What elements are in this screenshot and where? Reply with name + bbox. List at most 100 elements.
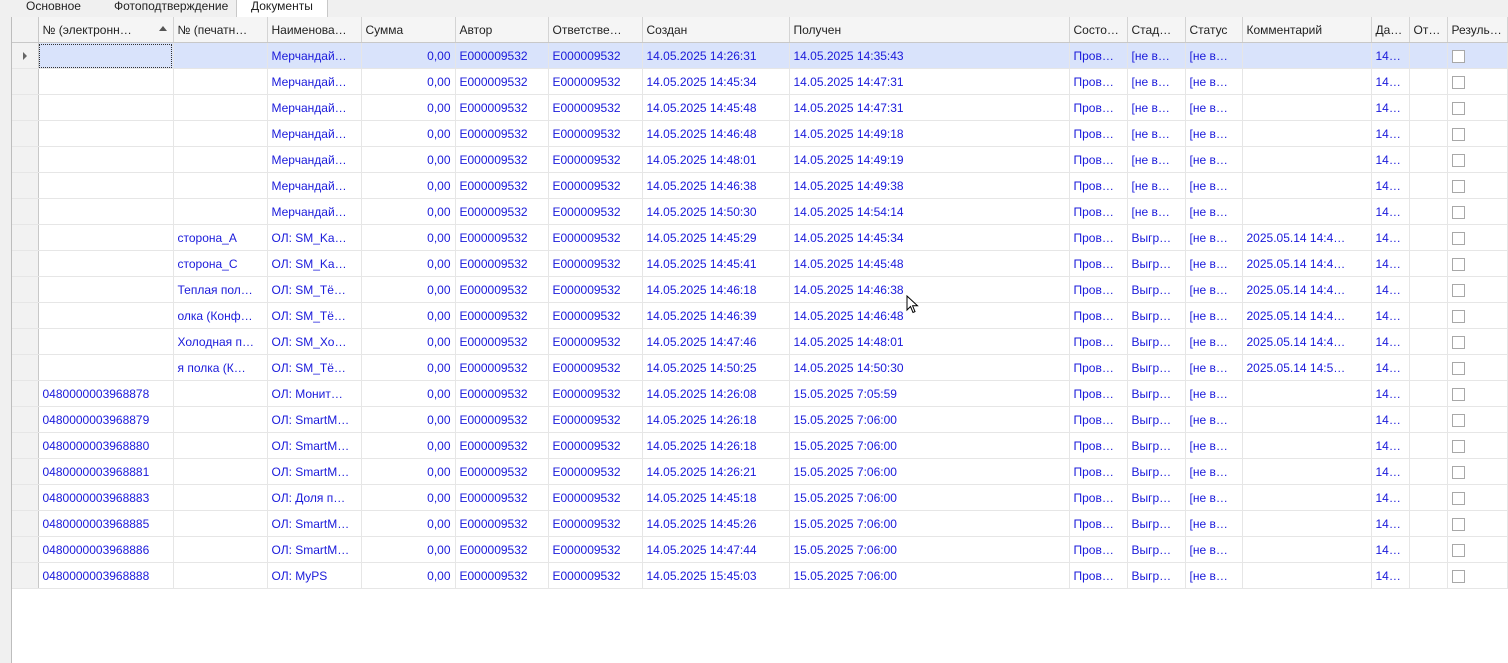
cell-result[interactable]	[1447, 432, 1508, 459]
cell-date[interactable]: 14…	[1371, 120, 1410, 147]
cell-state[interactable]: Пров…	[1069, 224, 1128, 251]
result-checkbox[interactable]	[1451, 75, 1465, 89]
column-header-comment[interactable]: Комментарий	[1242, 17, 1372, 43]
table-row[interactable]: сторона_А ОЛ: SM_Ka… 0,00 E000009532 E000009…	[12, 224, 1508, 251]
cell-status[interactable]: [не в…	[1185, 406, 1243, 433]
cell-name[interactable]: ОЛ: MyPS	[267, 562, 362, 589]
cell-status[interactable]: [не в…	[1185, 172, 1243, 199]
cell-comment[interactable]	[1242, 94, 1372, 121]
cell-name[interactable]: ОЛ: SmartM…	[267, 406, 362, 433]
cell-author[interactable]: E000009532	[455, 302, 549, 329]
column-header-responsible[interactable]: Ответстве…	[548, 17, 643, 43]
cell-author[interactable]: E000009532	[455, 198, 549, 225]
cell-from[interactable]	[1409, 198, 1448, 225]
cell-print-number[interactable]	[173, 120, 268, 147]
cell-status[interactable]: [не в…	[1185, 536, 1243, 563]
cell-sum[interactable]: 0,00	[361, 120, 456, 147]
cell-author[interactable]: E000009532	[455, 250, 549, 277]
cell-comment[interactable]	[1242, 146, 1372, 173]
cell-comment[interactable]	[1242, 198, 1372, 225]
result-checkbox[interactable]	[1451, 543, 1465, 557]
cell-comment[interactable]	[1242, 406, 1372, 433]
cell-print-number[interactable]: сторона_А	[173, 224, 268, 251]
cell-date[interactable]: 14…	[1371, 42, 1410, 69]
cell-status[interactable]: [не в…	[1185, 276, 1243, 303]
cell-state[interactable]: Пров…	[1069, 146, 1128, 173]
cell-from[interactable]	[1409, 224, 1448, 251]
cell-state[interactable]: Пров…	[1069, 250, 1128, 277]
column-header-print-number[interactable]: № (печатн…	[173, 17, 268, 43]
result-checkbox[interactable]	[1451, 491, 1465, 505]
cell-responsible[interactable]: E000009532	[548, 250, 643, 277]
cell-print-number[interactable]	[173, 198, 268, 225]
cell-author[interactable]: E000009532	[455, 380, 549, 407]
cell-name[interactable]: Мерчандай…	[267, 172, 362, 199]
cell-stage[interactable]: [не в…	[1127, 68, 1186, 95]
cell-electronic-number[interactable]	[38, 328, 174, 355]
cell-state[interactable]: Пров…	[1069, 432, 1128, 459]
cell-from[interactable]	[1409, 354, 1448, 381]
cell-sum[interactable]: 0,00	[361, 302, 456, 329]
cell-from[interactable]	[1409, 562, 1448, 589]
cell-date[interactable]: 14…	[1371, 536, 1410, 563]
cell-author[interactable]: E000009532	[455, 510, 549, 537]
cell-print-number[interactable]	[173, 172, 268, 199]
cell-author[interactable]: E000009532	[455, 484, 549, 511]
row-header[interactable]	[12, 510, 39, 537]
cell-status[interactable]: [не в…	[1185, 94, 1243, 121]
cell-from[interactable]	[1409, 510, 1448, 537]
cell-print-number[interactable]	[173, 380, 268, 407]
table-row[interactable]: Мерчандай… 0,00 E000009532 E000009532 14.05.…	[12, 94, 1508, 121]
cell-responsible[interactable]: E000009532	[548, 510, 643, 537]
table-row[interactable]: 0480000003968886 ОЛ: SmartM… 0,00 E00000953…	[12, 536, 1508, 563]
row-header[interactable]	[12, 432, 39, 459]
column-header-sum[interactable]: Сумма	[361, 17, 456, 43]
cell-stage[interactable]: Выгр…	[1127, 328, 1186, 355]
table-row[interactable]: олка (Конф… ОЛ: SM_Тё… 0,00 E000009532 E0000…	[12, 302, 1508, 329]
cell-print-number[interactable]	[173, 510, 268, 537]
cell-received[interactable]: 15.05.2025 7:06:00	[789, 432, 1070, 459]
cell-created[interactable]: 14.05.2025 14:45:48	[642, 94, 790, 121]
cell-date[interactable]: 14…	[1371, 94, 1410, 121]
cell-comment[interactable]	[1242, 68, 1372, 95]
cell-responsible[interactable]: E000009532	[548, 328, 643, 355]
column-header-state[interactable]: Состо…	[1069, 17, 1128, 43]
cell-responsible[interactable]: E000009532	[548, 146, 643, 173]
cell-comment[interactable]	[1242, 432, 1372, 459]
table-row[interactable]: 0480000003968888 ОЛ: MyPS 0,00 E000009532 E0…	[12, 562, 1508, 589]
table-row[interactable]: 0480000003968879 ОЛ: SmartM… 0,00 E00000953…	[12, 406, 1508, 433]
cell-sum[interactable]: 0,00	[361, 484, 456, 511]
cell-date[interactable]: 14…	[1371, 198, 1410, 225]
cell-responsible[interactable]: E000009532	[548, 354, 643, 381]
cell-received[interactable]: 14.05.2025 14:46:38	[789, 276, 1070, 303]
cell-stage[interactable]: Выгр…	[1127, 224, 1186, 251]
cell-state[interactable]: Пров…	[1069, 42, 1128, 69]
cell-stage[interactable]: [не в…	[1127, 94, 1186, 121]
cell-print-number[interactable]: олка (Конф…	[173, 302, 268, 329]
cell-author[interactable]: E000009532	[455, 276, 549, 303]
cell-received[interactable]: 15.05.2025 7:06:00	[789, 484, 1070, 511]
cell-from[interactable]	[1409, 432, 1448, 459]
cell-status[interactable]: [не в…	[1185, 198, 1243, 225]
cell-state[interactable]: Пров…	[1069, 406, 1128, 433]
cell-sum[interactable]: 0,00	[361, 562, 456, 589]
cell-state[interactable]: Пров…	[1069, 354, 1128, 381]
cell-state[interactable]: Пров…	[1069, 68, 1128, 95]
cell-state[interactable]: Пров…	[1069, 276, 1128, 303]
cell-created[interactable]: 14.05.2025 14:47:46	[642, 328, 790, 355]
cell-result[interactable]	[1447, 380, 1508, 407]
cell-comment[interactable]: 2025.05.14 14:4…	[1242, 224, 1372, 251]
column-header-received[interactable]: Получен	[789, 17, 1070, 43]
cell-stage[interactable]: Выгр…	[1127, 432, 1186, 459]
cell-status[interactable]: [не в…	[1185, 354, 1243, 381]
cell-sum[interactable]: 0,00	[361, 458, 456, 485]
cell-author[interactable]: E000009532	[455, 146, 549, 173]
column-header-status[interactable]: Статус	[1185, 17, 1243, 43]
result-checkbox[interactable]	[1451, 49, 1465, 63]
row-header[interactable]	[12, 224, 39, 251]
table-row[interactable]: 0480000003968881 ОЛ: SmartM… 0,00 E00000953…	[12, 458, 1508, 485]
cell-sum[interactable]: 0,00	[361, 42, 456, 69]
row-header[interactable]	[12, 380, 39, 407]
result-checkbox[interactable]	[1451, 179, 1465, 193]
cell-author[interactable]: E000009532	[455, 432, 549, 459]
